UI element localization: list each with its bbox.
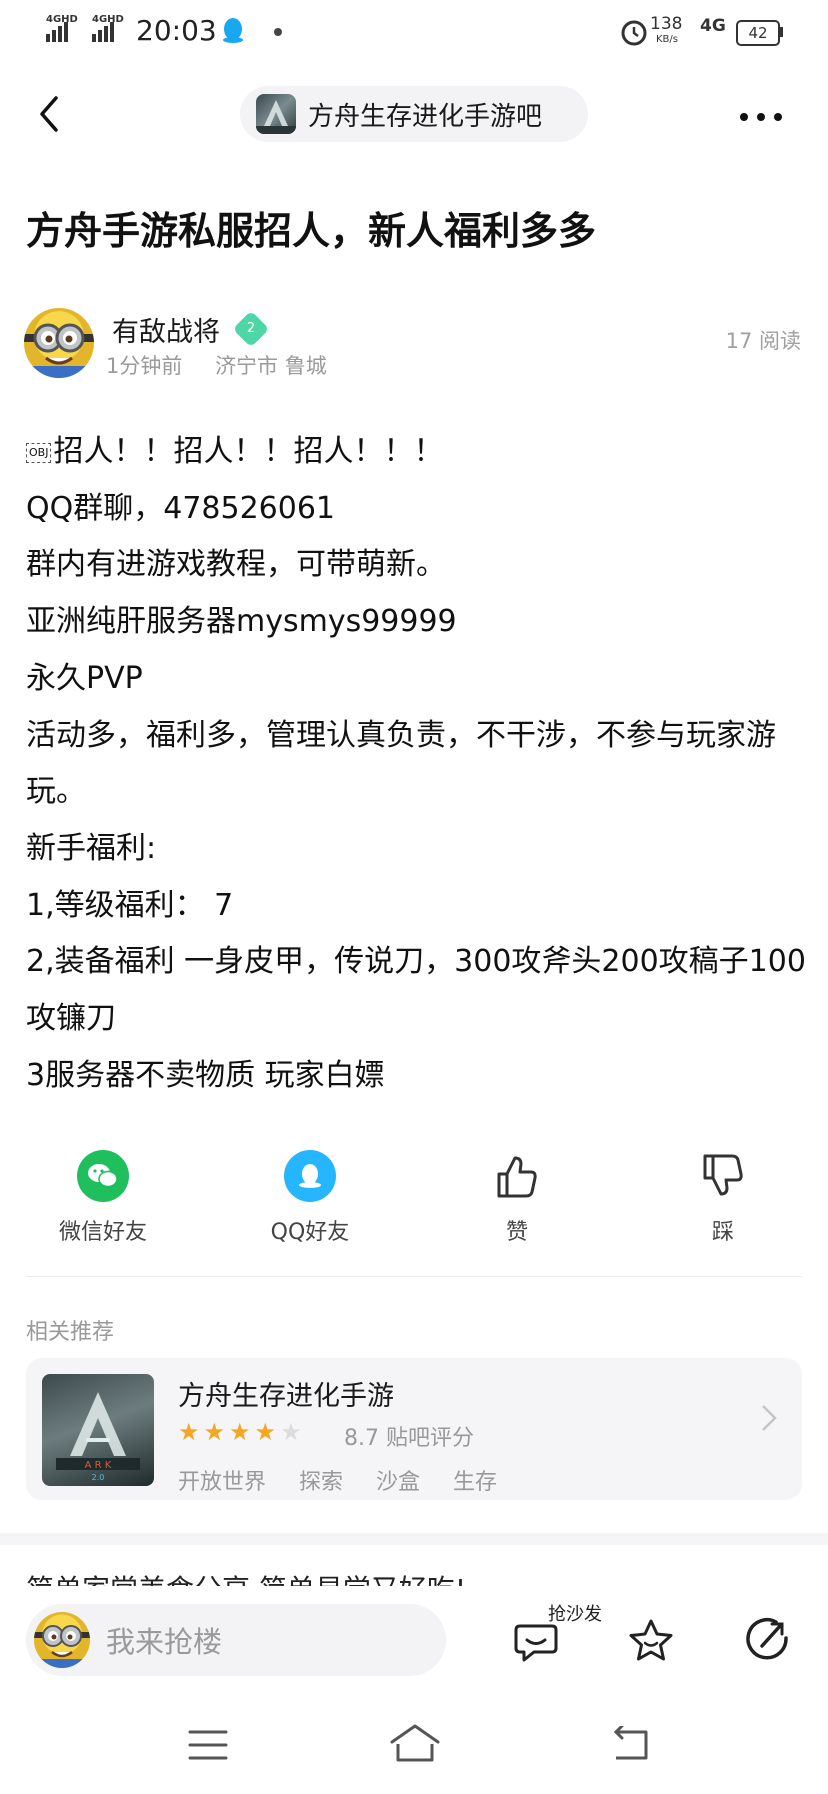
- obj-placeholder-icon: OBJ: [26, 442, 52, 463]
- dot-icon: [274, 28, 282, 36]
- star-icon: ★: [229, 1418, 255, 1446]
- game-tag: 生存: [453, 1470, 498, 1495]
- content-line: OBJ 招人！！招人！！招人！！！: [26, 424, 806, 481]
- chevron-right-icon: [760, 1402, 778, 1442]
- qq-notification-icon: [222, 16, 244, 48]
- share-qq-button[interactable]: QQ好友: [245, 1150, 375, 1246]
- thumbs-up-icon: [491, 1150, 543, 1202]
- my-avatar: [34, 1612, 90, 1668]
- post-time: 1分钟前: [106, 354, 183, 378]
- menu-nav-button[interactable]: [186, 1728, 230, 1766]
- dislike-label: 踩: [711, 1220, 734, 1245]
- game-tags: 开放世界 探索 沙盒 生存: [178, 1464, 523, 1496]
- content-line: QQ群聊，478526061: [26, 490, 336, 526]
- net-speed: 138: [650, 14, 683, 34]
- like-button[interactable]: 赞: [452, 1150, 582, 1246]
- game-thumbnail: A R K 2.0: [42, 1374, 154, 1486]
- star-empty-icon: ★: [280, 1418, 306, 1446]
- share-button[interactable]: [742, 1616, 792, 1670]
- back-arrow-icon: [40, 96, 58, 132]
- game-tag: 探索: [299, 1470, 344, 1495]
- svg-text:2.0: 2.0: [92, 1473, 105, 1482]
- share-qq-label: QQ好友: [270, 1220, 350, 1245]
- share-wechat-label: 微信好友: [58, 1220, 147, 1245]
- return-icon: [613, 1724, 648, 1760]
- forum-avatar-icon: [256, 94, 296, 134]
- battery-icon: 42: [736, 20, 780, 46]
- post-content: OBJ 招人！！招人！！招人！！！ QQ群聊，478526061 群内有进游戏教程…: [26, 424, 806, 1104]
- content-line: 永久PVP: [26, 660, 143, 696]
- content-line: 活动多，福利多，管理认真负责，不干涉，不参与玩家游玩。: [26, 717, 776, 810]
- signal-label-2: 4GHD: [92, 14, 124, 25]
- game-score: 8.7 贴吧评分: [344, 1426, 474, 1451]
- more-button[interactable]: [738, 108, 784, 127]
- network-type: 4G: [700, 16, 726, 36]
- comment-bar: 我来抢楼 抢沙发: [0, 1586, 828, 1692]
- wechat-icon: [77, 1150, 129, 1202]
- comment-input[interactable]: 我来抢楼: [26, 1604, 446, 1676]
- game-tag: 开放世界: [178, 1470, 267, 1495]
- status-bar: 4GHD 4GHD 20:03 138 KB/s 4G 42: [0, 0, 828, 64]
- like-label: 赞: [505, 1220, 528, 1245]
- dislike-button[interactable]: 踩: [658, 1150, 788, 1246]
- content-line: 1,等级福利： 7: [26, 887, 234, 923]
- home-icon: [390, 1724, 440, 1762]
- battery-level: 42: [748, 24, 768, 42]
- related-game-card[interactable]: A R K 2.0 方舟生存进化手游 ★★★★★ 8.7 贴吧评分 开放世界 探…: [26, 1358, 802, 1500]
- more-dots-icon: [740, 113, 782, 121]
- star-rating: ★★★★★: [178, 1418, 306, 1446]
- favorite-button[interactable]: [626, 1616, 676, 1670]
- system-nav-bar: [0, 1692, 828, 1794]
- battery-tip: [780, 27, 783, 37]
- content-line: 3服务器不卖物质 玩家白嫖: [26, 1057, 385, 1093]
- post-location: 济宁市 鲁城: [215, 354, 327, 378]
- next-post-peek[interactable]: 简单家常美食分享 简单易学又好吃!: [26, 1568, 466, 1586]
- content-line: 新手福利:: [26, 830, 157, 866]
- forum-pill[interactable]: 方舟生存进化手游吧: [240, 86, 588, 142]
- post-title: 方舟手游私服招人，新人福利多多: [26, 209, 597, 253]
- signal-label-1: 4GHD: [46, 14, 78, 25]
- level-badge: 2: [232, 310, 270, 348]
- section-separator: [0, 1533, 828, 1545]
- content-line: 2,装备福利 一身皮甲，传说刀，300攻斧头200攻稿子100攻镰刀: [26, 944, 806, 1037]
- thumbs-down-icon: [697, 1150, 749, 1202]
- net-speed-unit: KB/s: [656, 34, 678, 45]
- qq-icon: [284, 1150, 336, 1202]
- star-outline-icon: [629, 1619, 673, 1661]
- clock: 20:03: [136, 14, 217, 47]
- post-meta: 1分钟前 济宁市 鲁城: [106, 350, 327, 380]
- game-name: 方舟生存进化手游: [178, 1381, 394, 1412]
- forum-name: 方舟生存进化手游吧: [308, 101, 543, 132]
- author-name[interactable]: 有敌战将: [112, 310, 220, 349]
- author-avatar[interactable]: [24, 308, 94, 378]
- related-section-title: 相关推荐: [26, 1320, 115, 1345]
- home-nav-button[interactable]: [388, 1722, 442, 1768]
- star-icon: ★: [178, 1418, 204, 1446]
- svg-text:A R K: A R K: [85, 1460, 112, 1471]
- menu-icon: [188, 1730, 228, 1760]
- divider: [26, 1276, 802, 1277]
- comment-placeholder: 我来抢楼: [106, 1625, 223, 1659]
- star-icon: ★: [254, 1418, 281, 1446]
- game-tag: 沙盒: [376, 1470, 421, 1495]
- back-button[interactable]: [30, 92, 70, 140]
- level-number: 2: [246, 321, 256, 336]
- share-wechat-button[interactable]: 微信好友: [38, 1150, 168, 1246]
- star-icon: ★: [203, 1418, 230, 1446]
- sofa-label: 抢沙发: [548, 1604, 602, 1625]
- content-line: 群内有进游戏教程，可带萌新。: [26, 547, 446, 583]
- alarm-icon: [620, 18, 648, 50]
- back-nav-button[interactable]: [608, 1724, 652, 1768]
- share-icon: [746, 1618, 788, 1660]
- read-count: 17 阅读: [725, 329, 801, 353]
- content-line: 亚洲纯肝服务器mysmys99999: [26, 604, 457, 640]
